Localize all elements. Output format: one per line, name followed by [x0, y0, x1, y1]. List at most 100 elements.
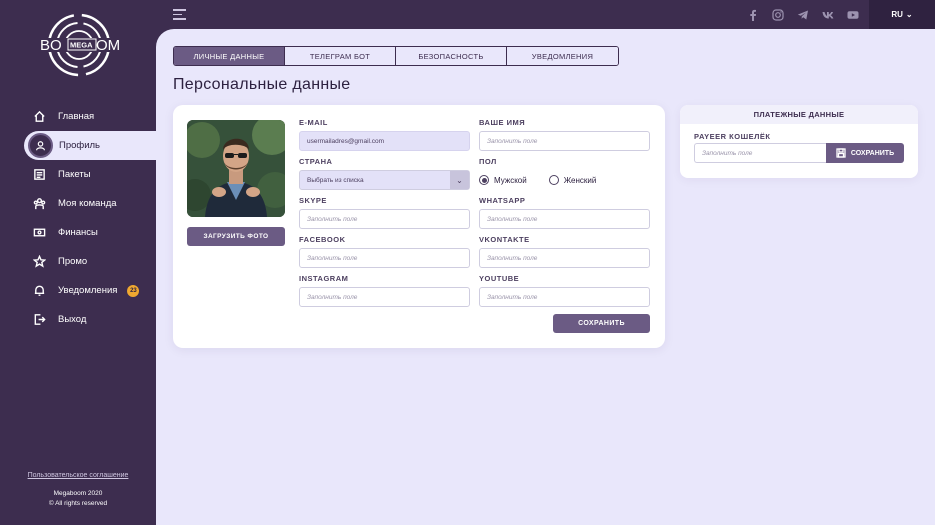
sidebar-item-label: Моя команда	[58, 198, 117, 209]
payment-data-title: ПЛАТЕЖНЫЕ ДАННЫЕ	[680, 105, 918, 124]
radio-unchecked-icon	[548, 175, 559, 185]
profile-tabs: ЛИЧНЫЕ ДАННЫЕ ТЕЛЕГРАМ БОТ БЕЗОПАСНОСТЬ …	[173, 46, 619, 66]
instagram-field[interactable]: Заполнить поле	[299, 287, 470, 307]
language-label: RU	[891, 10, 903, 19]
user-icon	[28, 133, 53, 158]
whatsapp-field-group: WHATSAPP Заполнить поле	[479, 196, 650, 229]
vkontakte-label: VKONTAKTE	[479, 235, 530, 244]
name-label: ВАШЕ ИМЯ	[479, 118, 526, 127]
language-selector[interactable]: RU ⌄	[869, 0, 935, 29]
payeer-wallet-label: PAYEER КОШЕЛЁК	[694, 132, 771, 141]
sidebar-item-label: Пакеты	[58, 169, 91, 180]
sidebar-item-promo[interactable]: Промо	[0, 247, 156, 276]
gender-female-label: Женский	[563, 175, 597, 185]
country-field-group: СТРАНА Выбрать из списка ⌄	[299, 157, 470, 190]
facebook-field[interactable]: Заполнить поле	[299, 248, 470, 268]
email-field[interactable]: usermailadres@gmail.com	[299, 131, 470, 151]
sidebar-item-label: Главная	[58, 111, 95, 122]
sidebar-item-notifications[interactable]: Уведомления 23	[0, 276, 156, 305]
gender-radio-group: Мужской Женский	[479, 170, 650, 190]
payeer-wallet-field[interactable]: Заполнить поле	[694, 143, 826, 163]
sidebar-item-logout[interactable]: Выход	[0, 305, 156, 334]
home-icon	[32, 110, 46, 124]
gender-field-group: ПОЛ Мужской Женский	[479, 157, 650, 190]
copyright-line-1: Megaboom 2020	[53, 490, 103, 497]
logo-text-left: BO	[40, 37, 62, 54]
team-icon	[32, 197, 46, 211]
sidebar-item-profile[interactable]: Профиль	[24, 131, 156, 160]
sidebar-item-finance[interactable]: Финансы	[0, 218, 156, 247]
user-agreement-link[interactable]: Пользовательское соглашение	[0, 472, 156, 479]
facebook-field-group: FACEBOOK Заполнить поле	[299, 235, 470, 268]
sidebar-nav: Главная Профиль Пакеты Моя команда Финан…	[0, 102, 156, 334]
facebook-icon[interactable]	[746, 8, 760, 21]
chevron-down-icon: ⌄	[905, 10, 913, 19]
country-select-value: Выбрать из списка	[307, 176, 364, 184]
gender-label: ПОЛ	[479, 157, 497, 166]
save-payment-button[interactable]: СОХРАНИТЬ	[826, 143, 904, 163]
skype-field-group: SKYPE Заполнить поле	[299, 196, 470, 229]
star-icon	[32, 255, 46, 269]
megaboom-logo[interactable]: BO MEGA OM	[38, 12, 120, 78]
vkontakte-field[interactable]: Заполнить поле	[479, 248, 650, 268]
save-profile-button[interactable]: СОХРАНИТЬ	[553, 314, 650, 333]
copyright: Megaboom 2020 © All rights reserved	[0, 489, 156, 509]
sidebar-item-home[interactable]: Главная	[0, 102, 156, 131]
personal-data-card: ЗАГРУЗИТЬ ФОТО E-MAIL usermailadres@gmai…	[173, 105, 665, 348]
notification-count-badge: 23	[127, 284, 140, 297]
youtube-icon[interactable]	[846, 8, 860, 21]
top-bar: RU ⌄	[156, 0, 935, 29]
sidebar: BO MEGA OM Главная Профиль Пакеты Моя ко…	[0, 0, 156, 525]
radio-checked-icon	[479, 175, 489, 185]
save-icon	[836, 148, 846, 158]
profile-photo	[187, 120, 285, 217]
gender-female-radio[interactable]: Женский	[548, 175, 597, 185]
sidebar-item-team[interactable]: Моя команда	[0, 189, 156, 218]
telegram-icon[interactable]	[796, 8, 810, 21]
name-field-group: ВАШЕ ИМЯ Заполнить поле	[479, 118, 650, 151]
instagram-label: INSTAGRAM	[299, 274, 349, 283]
sidebar-item-label: Промо	[58, 256, 88, 267]
email-label: E-MAIL	[299, 118, 328, 127]
chevron-down-icon: ⌄	[450, 171, 469, 189]
tab-personal-data[interactable]: ЛИЧНЫЕ ДАННЫЕ	[174, 47, 285, 65]
vkontakte-field-group: VKONTAKTE Заполнить поле	[479, 235, 650, 268]
logo-text-right: OM	[96, 37, 120, 54]
gender-male-label: Мужской	[494, 175, 527, 185]
facebook-label: FACEBOOK	[299, 235, 346, 244]
sidebar-item-packages[interactable]: Пакеты	[0, 160, 156, 189]
skype-field[interactable]: Заполнить поле	[299, 209, 470, 229]
save-payment-label: СОХРАНИТЬ	[850, 149, 895, 157]
youtube-field[interactable]: Заполнить поле	[479, 287, 650, 307]
sidebar-item-label: Профиль	[59, 140, 101, 151]
instagram-field-group: INSTAGRAM Заполнить поле	[299, 274, 470, 307]
menu-toggle-icon[interactable]	[173, 9, 186, 20]
whatsapp-field[interactable]: Заполнить поле	[479, 209, 650, 229]
skype-label: SKYPE	[299, 196, 327, 205]
gender-male-radio[interactable]: Мужской	[479, 175, 527, 185]
page-title: Персональные данные	[173, 76, 351, 93]
whatsapp-label: WHATSAPP	[479, 196, 526, 205]
sidebar-item-label: Выход	[58, 314, 87, 325]
logo-text-middle: MEGA	[70, 41, 93, 50]
country-select[interactable]: Выбрать из списка ⌄	[299, 170, 470, 190]
bell-icon	[32, 284, 46, 298]
copyright-line-2: © All rights reserved	[48, 500, 108, 507]
instagram-icon[interactable]	[771, 8, 785, 21]
sidebar-item-label: Финансы	[58, 227, 98, 238]
sidebar-item-label: Уведомления	[58, 285, 118, 296]
logout-icon	[32, 313, 46, 327]
social-links	[746, 8, 860, 21]
youtube-field-group: YOUTUBE Заполнить поле	[479, 274, 650, 307]
main-content: ЛИЧНЫЕ ДАННЫЕ ТЕЛЕГРАМ БОТ БЕЗОПАСНОСТЬ …	[156, 29, 935, 525]
payment-data-card: ПЛАТЕЖНЫЕ ДАННЫЕ PAYEER КОШЕЛЁК Заполнит…	[680, 105, 918, 178]
tab-security[interactable]: БЕЗОПАСНОСТЬ	[396, 47, 507, 65]
package-icon	[32, 168, 46, 182]
tab-telegram-bot[interactable]: ТЕЛЕГРАМ БОТ	[285, 47, 396, 65]
tab-notifications[interactable]: УВЕДОМЛЕНИЯ	[507, 47, 618, 65]
name-field[interactable]: Заполнить поле	[479, 131, 650, 151]
upload-photo-button[interactable]: ЗАГРУЗИТЬ ФОТО	[187, 227, 285, 246]
email-field-group: E-MAIL usermailadres@gmail.com	[299, 118, 470, 151]
vk-icon[interactable]	[821, 8, 835, 21]
finance-icon	[32, 226, 46, 240]
